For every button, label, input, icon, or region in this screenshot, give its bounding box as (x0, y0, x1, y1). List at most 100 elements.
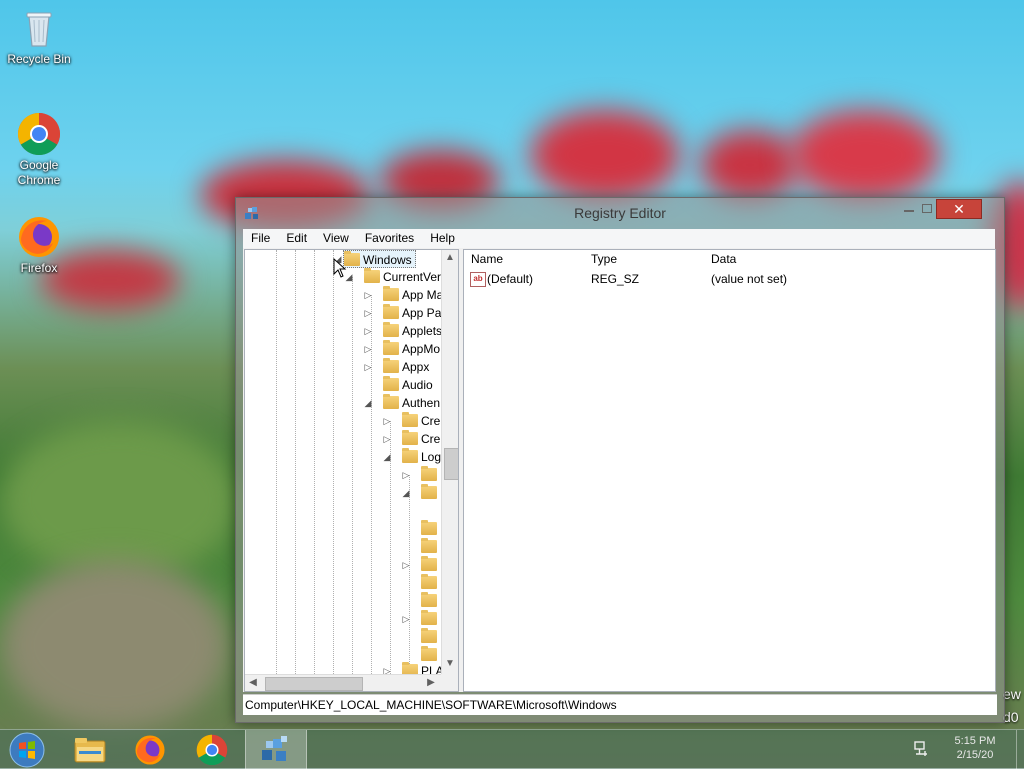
folder-icon (383, 304, 399, 319)
menu-edit[interactable]: Edit (278, 229, 315, 248)
folder-icon (421, 646, 437, 661)
column-header-name[interactable]: Name (471, 252, 503, 266)
collapse-arrow-icon[interactable]: ◢ (363, 394, 373, 412)
folder-icon (421, 520, 437, 535)
client-area: ◢ Windows ◢ CurrentVer ▷ App Ma ▷ App Pa… (243, 248, 996, 692)
folder-icon (383, 376, 399, 391)
expand-arrow-icon[interactable]: ▷ (401, 466, 411, 484)
taskbar-firefox[interactable] (120, 730, 180, 769)
folder-icon (421, 466, 437, 481)
window-title: Registry Editor (574, 205, 666, 221)
desktop-edge-text: ew (1003, 686, 1021, 702)
value-data: (value not set) (711, 272, 788, 286)
column-header-data[interactable]: Data (711, 252, 736, 266)
tree-guide-line (409, 475, 410, 674)
expand-arrow-icon[interactable]: ▷ (401, 556, 411, 574)
desktop-edge-text: d0 (1003, 709, 1019, 725)
value-type: REG_SZ (591, 272, 640, 286)
registry-editor-window: Registry Editor ✕ File Edit View Favorites H… (235, 197, 1005, 723)
registry-editor-icon (262, 736, 287, 761)
expand-arrow-icon[interactable]: ▷ (363, 358, 373, 376)
tree-node-label: Applets (402, 324, 443, 338)
tree-node-label: App Ma (402, 288, 444, 302)
wallpaper-tulip (790, 110, 940, 200)
scroll-right-arrow-icon[interactable]: ▶ (423, 675, 439, 691)
tree-horizontal-scrollbar[interactable]: ◀ ▶ (245, 674, 441, 691)
desktop-icon-label: Recycle Bin (7, 52, 71, 66)
firefox-icon (135, 735, 165, 765)
scroll-up-arrow-icon[interactable]: ▲ (442, 250, 458, 266)
expand-arrow-icon[interactable]: ▷ (382, 412, 392, 430)
tree-node-label: Cre (421, 414, 441, 428)
tree-node-label: AppMo (402, 342, 441, 356)
menu-view[interactable]: View (315, 229, 357, 248)
folder-icon (383, 286, 399, 301)
expand-arrow-icon[interactable]: ▷ (363, 304, 373, 322)
mouse-cursor-icon (333, 258, 347, 278)
title-bar[interactable]: Registry Editor ✕ (236, 198, 1004, 230)
folder-icon (364, 268, 380, 283)
menu-favorites[interactable]: Favorites (357, 229, 422, 248)
folder-icon (402, 430, 418, 445)
folder-icon (421, 592, 437, 607)
folder-icon (402, 448, 418, 463)
system-clock[interactable]: 5:15 PM 2/15/20 (940, 734, 1010, 762)
expand-arrow-icon[interactable]: ▷ (401, 610, 411, 628)
menu-file[interactable]: File (243, 229, 278, 248)
folder-icon (421, 484, 437, 499)
folder-icon (402, 412, 418, 427)
windows-logo-icon (9, 732, 45, 768)
tree-guide-line (314, 250, 315, 674)
tree-vertical-scrollbar[interactable]: ▲ ▼ (441, 250, 458, 674)
scrollbar-thumb[interactable] (265, 677, 363, 691)
collapse-arrow-icon[interactable]: ◢ (382, 448, 392, 466)
network-icon[interactable] (913, 740, 931, 758)
desktop-icon-label: Firefox (20, 261, 58, 275)
clock-time: 5:15 PM (954, 735, 996, 747)
expand-arrow-icon[interactable]: ▷ (363, 286, 373, 304)
tree-node-label: Authen (402, 396, 441, 410)
folder-icon (421, 574, 437, 589)
maximize-button[interactable] (920, 199, 934, 219)
menu-help[interactable]: Help (422, 229, 463, 248)
expand-arrow-icon[interactable]: ▷ (382, 430, 392, 448)
start-button[interactable] (0, 730, 54, 769)
close-button[interactable]: ✕ (936, 199, 982, 219)
registry-tree[interactable]: ◢ Windows ◢ CurrentVer ▷ App Ma ▷ App Pa… (244, 249, 459, 692)
taskbar-chrome[interactable] (182, 730, 242, 769)
column-header-type[interactable]: Type (591, 252, 617, 266)
wallpaper-tulip (530, 110, 680, 200)
tree-node-label: Log (421, 450, 442, 464)
expand-arrow-icon[interactable]: ▷ (363, 340, 373, 358)
recycle-bin-icon (17, 6, 61, 50)
scroll-left-arrow-icon[interactable]: ◀ (245, 675, 261, 691)
minimize-button[interactable] (902, 199, 916, 219)
tree-node-label: App Pa (402, 306, 442, 320)
file-explorer-icon (74, 738, 106, 763)
taskbar-file-explorer[interactable] (60, 730, 120, 769)
clock-date: 2/15/20 (956, 749, 994, 761)
wallpaper-tulip (700, 130, 800, 200)
scroll-down-arrow-icon[interactable]: ▼ (442, 656, 458, 672)
tree-node-selected: Windows (343, 250, 416, 268)
chrome-icon (17, 112, 61, 156)
taskbar: 5:15 PM 2/15/20 (0, 729, 1024, 769)
desktop-icon-label: Google Chrome (17, 158, 61, 187)
values-list[interactable]: Name Type Data ab (Default) REG_SZ (valu… (463, 249, 996, 692)
folder-icon (421, 628, 437, 643)
scrollbar-thumb[interactable] (444, 448, 458, 480)
show-desktop-button[interactable] (1016, 730, 1024, 769)
tree-node-label: Audio (402, 378, 433, 392)
firefox-icon (17, 215, 61, 259)
desktop-icon-firefox[interactable]: Firefox (3, 215, 75, 276)
tree-guide-line (276, 250, 277, 674)
expand-arrow-icon[interactable]: ▷ (363, 322, 373, 340)
wallpaper-ground (0, 560, 230, 730)
desktop-icon-recycle-bin[interactable]: Recycle Bin (3, 6, 75, 67)
tree-guide-line (352, 277, 353, 674)
value-name: (Default) (487, 272, 534, 286)
tree-node-label: Windows (363, 253, 412, 267)
taskbar-registry-editor[interactable] (245, 730, 307, 769)
collapse-arrow-icon[interactable]: ◢ (401, 484, 411, 502)
desktop-icon-chrome[interactable]: Google Chrome (3, 112, 75, 188)
